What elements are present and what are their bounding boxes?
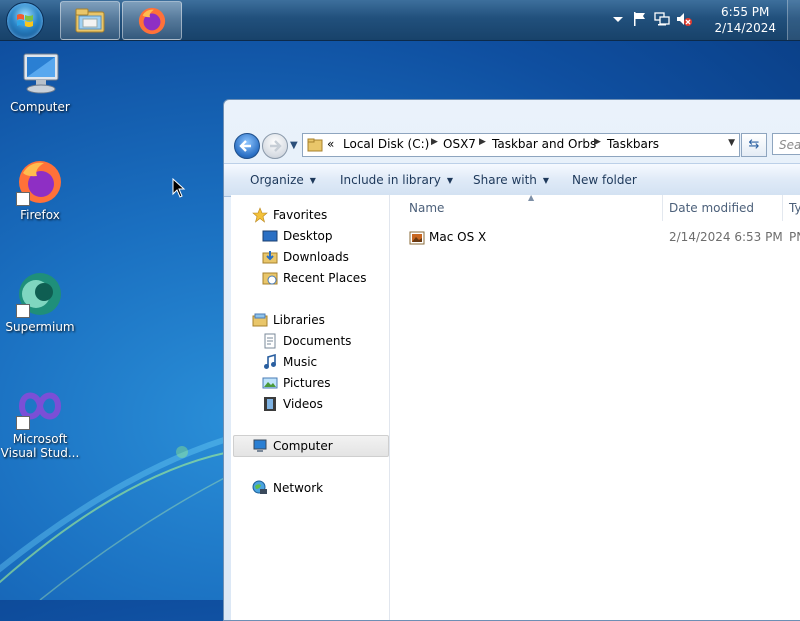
action-center-flag-icon[interactable]	[632, 11, 648, 27]
breadcrumb-overflow[interactable]: «	[327, 137, 334, 151]
column-header-type[interactable]: Ty	[789, 201, 800, 215]
back-arrow-icon	[239, 140, 251, 152]
breadcrumb-taskbars[interactable]: Taskbars	[607, 137, 659, 151]
desktop-icon-label: Firefox	[20, 208, 60, 222]
sort-ascending-icon: ▲	[528, 193, 535, 202]
shortcut-arrow-icon	[16, 416, 30, 430]
recent-pages-dropdown[interactable]: ▼	[290, 140, 298, 151]
organize-button[interactable]: Organize ▼	[250, 173, 316, 187]
taskbar: 6:55 PM 2/14/2024	[0, 0, 800, 41]
address-row: ▼ « Local Disk (C:) ▶ OSX7 ▶ Taskbar and…	[224, 128, 800, 162]
shortcut-arrow-icon	[16, 192, 30, 206]
clock-time: 6:55 PM	[721, 5, 770, 19]
chevron-down-icon: ▼	[309, 176, 316, 185]
address-bar[interactable]: « Local Disk (C:) ▶ OSX7 ▶ Taskbar and O…	[302, 133, 740, 157]
content-area: Favorites Desktop Downloads Recent Place…	[231, 193, 800, 620]
chevron-down-icon: ▼	[446, 176, 454, 185]
mouse-pointer-icon	[172, 178, 186, 198]
network-icon[interactable]	[654, 11, 670, 27]
folder-icon	[307, 138, 323, 152]
computer-icon	[253, 439, 267, 452]
desktop-icon-label: Computer	[10, 100, 70, 114]
star-icon	[252, 207, 268, 223]
taskbar-firefox-button[interactable]	[122, 1, 182, 40]
breadcrumb-osx7[interactable]: OSX7	[443, 137, 476, 151]
desktop-icon-visual-studio[interactable]: Microsoft Visual Stud...	[0, 382, 80, 460]
music-icon	[264, 354, 276, 369]
taskbar-explorer-button[interactable]	[60, 1, 120, 40]
address-dropdown-icon[interactable]: ▼	[728, 138, 735, 148]
breadcrumb-taskbar-and-orbs[interactable]: Taskbar and Orbs	[492, 137, 596, 151]
command-bar: Organize ▼ Include in library ▼ Share with…	[224, 163, 800, 197]
clock[interactable]: 6:55 PM 2/14/2024	[714, 4, 776, 36]
new-folder-button[interactable]: New folder	[572, 173, 637, 187]
file-list: ▲ Name Date modified Ty Mac OS X 2/14/20…	[390, 193, 800, 620]
file-date-modified: 2/14/2024 6:53 PM	[669, 230, 783, 244]
back-button[interactable]	[234, 133, 260, 159]
network-globe-icon	[252, 480, 267, 494]
clock-date: 2/14/2024	[714, 21, 776, 35]
desktop-icon-supermium[interactable]: Supermium	[0, 270, 80, 334]
breadcrumb-local-disk[interactable]: Local Disk (C:)	[343, 137, 429, 151]
show-desktop-button[interactable]	[787, 0, 800, 40]
image-file-icon	[409, 231, 425, 245]
desktop-icon-computer[interactable]: Computer	[0, 50, 80, 114]
start-button[interactable]	[6, 2, 44, 40]
column-divider[interactable]	[782, 195, 783, 221]
desktop-icon-label: Supermium	[5, 320, 75, 334]
forward-arrow-icon	[270, 140, 282, 152]
breadcrumb-chevron-icon[interactable]: ▶	[594, 137, 601, 147]
file-explorer-icon	[75, 8, 105, 33]
firefox-icon	[138, 7, 166, 35]
downloads-icon	[262, 251, 278, 264]
chevron-down-icon: ▼	[542, 176, 550, 185]
explorer-window: ▼ « Local Disk (C:) ▶ OSX7 ▶ Taskbar and…	[223, 99, 800, 621]
column-header-name[interactable]: Name	[409, 201, 444, 215]
file-row[interactable]: Mac OS X 2/14/2024 6:53 PM PN	[390, 228, 800, 248]
pictures-icon	[262, 377, 278, 389]
documents-icon	[264, 333, 276, 349]
refresh-button[interactable]: ⇆	[741, 133, 767, 157]
refresh-icon: ⇆	[748, 137, 760, 152]
windows-logo-icon	[17, 14, 33, 27]
navigation-pane: Favorites Desktop Downloads Recent Place…	[231, 195, 390, 620]
search-input[interactable]: Sea	[772, 133, 800, 155]
share-with-button[interactable]: Share with ▼	[473, 173, 549, 187]
recent-places-icon	[262, 272, 278, 285]
shortcut-arrow-icon	[16, 304, 30, 318]
videos-icon	[264, 397, 276, 411]
computer-icon	[23, 53, 59, 94]
breadcrumb-chevron-icon[interactable]: ▶	[431, 137, 438, 147]
system-tray: 6:55 PM 2/14/2024	[610, 0, 800, 40]
breadcrumb-chevron-icon[interactable]: ▶	[479, 137, 486, 147]
forward-button[interactable]	[262, 133, 288, 159]
desktop-icon	[262, 230, 278, 242]
show-hidden-icons-icon[interactable]	[610, 11, 626, 27]
column-header-date-modified[interactable]: Date modified	[669, 201, 754, 215]
file-type: PN	[789, 230, 800, 244]
column-divider[interactable]	[662, 195, 663, 221]
volume-muted-icon[interactable]	[676, 11, 692, 27]
include-in-library-button[interactable]: Include in library ▼	[340, 173, 453, 187]
desktop-icon-label: Microsoft Visual Stud...	[0, 432, 80, 460]
file-name: Mac OS X	[429, 230, 487, 244]
desktop-icon-firefox[interactable]: Firefox	[0, 158, 80, 222]
libraries-icon	[252, 313, 268, 327]
